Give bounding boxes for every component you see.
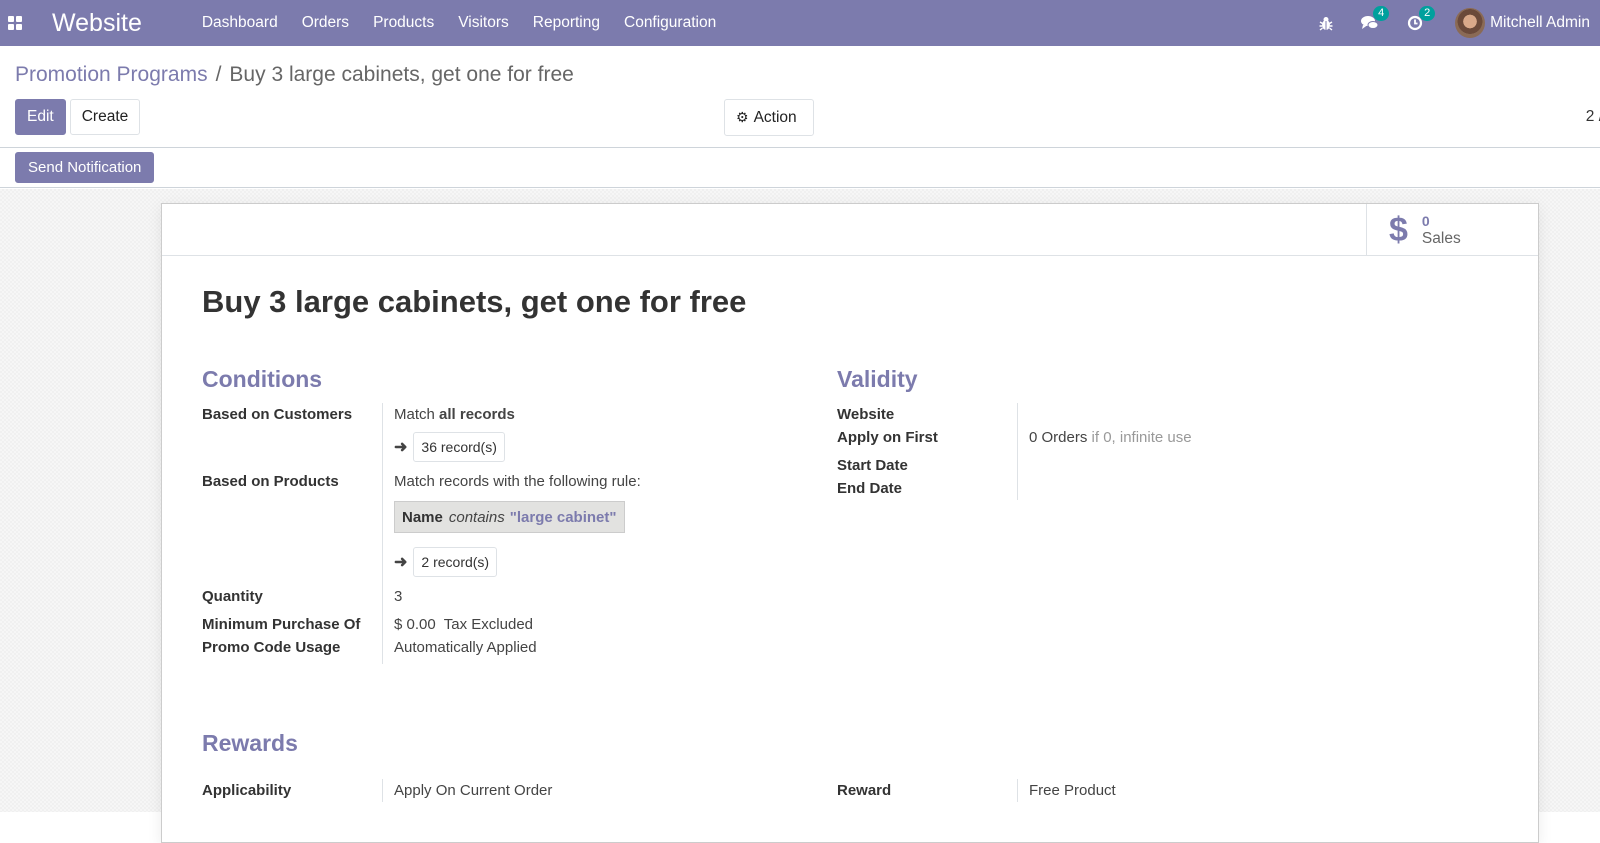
menu-products[interactable]: Products bbox=[361, 0, 446, 46]
customers-records-button[interactable]: 36 record(s) bbox=[413, 432, 505, 462]
systray: 4 2 Mitchell Admin bbox=[1305, 0, 1600, 46]
button-box: $ 0 Sales bbox=[162, 204, 1538, 256]
apply-on-first-hint: if 0, infinite use bbox=[1091, 429, 1192, 446]
messages-count-badge: 4 bbox=[1373, 6, 1390, 21]
customers-match-bold: all records bbox=[439, 406, 515, 423]
messages-icon[interactable]: 4 bbox=[1361, 6, 1390, 31]
end-date-value bbox=[1017, 477, 1317, 500]
main-menu: Dashboard Orders Products Visitors Repor… bbox=[190, 0, 728, 46]
menu-visitors[interactable]: Visitors bbox=[446, 0, 521, 46]
menu-configuration[interactable]: Configuration bbox=[612, 0, 728, 46]
pager-value[interactable]: 2 / bbox=[1586, 108, 1600, 126]
debug-bug-icon[interactable] bbox=[1319, 16, 1333, 31]
arrow-right-icon: ➜ bbox=[394, 553, 408, 571]
customers-match-prefix: Match bbox=[394, 406, 435, 423]
arrow-right-icon: ➜ bbox=[394, 438, 408, 456]
breadcrumb-current: Buy 3 large cabinets, get one for free bbox=[229, 62, 574, 86]
activities-clock-icon[interactable]: 2 bbox=[1407, 6, 1436, 31]
applicability-value: Apply On Current Order bbox=[382, 779, 552, 802]
reward-label: Reward bbox=[837, 782, 892, 799]
website-value bbox=[1017, 403, 1317, 426]
rule-value: "large cabinet" bbox=[509, 508, 617, 526]
edit-button[interactable]: Edit bbox=[15, 99, 66, 135]
domain-rule: Name contains "large cabinet" bbox=[394, 501, 625, 533]
rule-operator: contains bbox=[448, 508, 505, 526]
products-records-button[interactable]: 2 record(s) bbox=[413, 547, 498, 577]
conditions-group: Conditions bbox=[202, 366, 322, 393]
user-avatar bbox=[1455, 8, 1486, 38]
sales-count: 0 bbox=[1421, 213, 1430, 229]
sales-stat-button[interactable]: $ 0 Sales bbox=[1366, 204, 1538, 256]
top-navbar: Website Dashboard Orders Products Visito… bbox=[0, 0, 1600, 46]
validity-group: Validity bbox=[837, 366, 918, 393]
products-match-text: Match records with the following rule: bbox=[394, 473, 641, 490]
menu-orders[interactable]: Orders bbox=[290, 0, 361, 46]
promo-code-usage-label: Promo Code Usage bbox=[202, 639, 341, 656]
dollar-icon: $ bbox=[1389, 210, 1408, 249]
breadcrumb: Promotion Programs / Buy 3 large cabinet… bbox=[15, 46, 1585, 88]
apps-menu-icon[interactable] bbox=[0, 5, 30, 41]
conditions-title: Conditions bbox=[202, 366, 323, 392]
send-notification-button[interactable]: Send Notification bbox=[15, 152, 155, 183]
breadcrumb-separator: / bbox=[215, 62, 222, 86]
start-date-label: Start Date bbox=[837, 457, 908, 474]
gear-icon: ⚙ bbox=[736, 109, 749, 125]
breadcrumb-promotion-programs[interactable]: Promotion Programs bbox=[15, 63, 208, 87]
control-panel: Promotion Programs / Buy 3 large cabinet… bbox=[0, 46, 1600, 148]
validity-title: Validity bbox=[837, 366, 918, 392]
apply-on-first-label: Apply on First bbox=[837, 429, 938, 446]
record-title: Buy 3 large cabinets, get one for free bbox=[202, 284, 747, 319]
form-sheet: $ 0 Sales Buy 3 large cabinets, get one … bbox=[161, 203, 1539, 843]
website-label: Website bbox=[837, 406, 895, 423]
statusbar: Send Notification bbox=[0, 148, 1600, 188]
quantity-label: Quantity bbox=[202, 588, 263, 605]
menu-reporting[interactable]: Reporting bbox=[521, 0, 612, 46]
start-date-value bbox=[1017, 449, 1317, 477]
end-date-label: End Date bbox=[837, 480, 903, 497]
action-dropdown-button[interactable]: ⚙ Action bbox=[724, 99, 814, 136]
rewards-fields-left: Applicability Apply On Current Order bbox=[202, 779, 802, 802]
sales-label: Sales bbox=[1421, 230, 1461, 247]
rule-field: Name bbox=[402, 508, 443, 526]
menu-dashboard[interactable]: Dashboard bbox=[190, 0, 290, 46]
min-purchase-label: Minimum Purchase Of bbox=[202, 616, 361, 633]
based-on-products-label: Based on Products bbox=[202, 473, 339, 490]
rewards-group: Rewards bbox=[202, 730, 298, 757]
action-label: Action bbox=[753, 108, 797, 126]
apply-on-first-value: 0 Orders bbox=[1029, 429, 1088, 446]
applicability-label: Applicability bbox=[202, 782, 292, 799]
reward-value: Free Product bbox=[1017, 779, 1116, 802]
conditions-fields: Based on Customers Match all records ➜ 3… bbox=[202, 403, 802, 664]
create-button[interactable]: Create bbox=[69, 99, 141, 135]
form-content-area: $ 0 Sales Buy 3 large cabinets, get one … bbox=[0, 189, 1600, 843]
user-menu[interactable]: Mitchell Admin bbox=[1455, 8, 1590, 38]
app-name[interactable]: Website bbox=[52, 9, 142, 38]
min-purchase-tax: Tax Excluded bbox=[443, 616, 534, 633]
activities-count-badge: 2 bbox=[1419, 6, 1436, 21]
quantity-value: 3 bbox=[382, 581, 402, 608]
validity-fields: Website Apply on First 0 Orders if 0, in… bbox=[837, 403, 1437, 500]
min-purchase-value: $ 0.00 bbox=[394, 616, 436, 633]
promo-code-usage-value: Automatically Applied bbox=[382, 636, 537, 664]
based-on-customers-label: Based on Customers bbox=[202, 406, 353, 423]
rewards-fields-right: Reward Free Product bbox=[837, 779, 1437, 802]
user-name: Mitchell Admin bbox=[1490, 14, 1590, 31]
rewards-title: Rewards bbox=[202, 730, 298, 756]
